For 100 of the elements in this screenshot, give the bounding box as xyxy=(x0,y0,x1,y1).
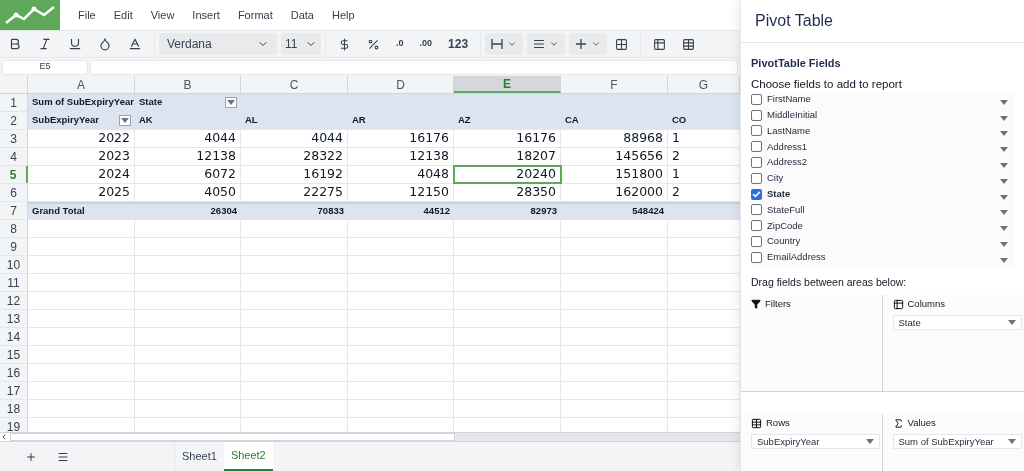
pivot-label: 26304 xyxy=(210,204,237,219)
checkbox[interactable] xyxy=(751,220,762,232)
chevron-left-icon xyxy=(0,433,8,441)
column-header[interactable]: F xyxy=(561,76,668,93)
row-header[interactable]: 3 xyxy=(0,130,28,147)
area-field-dropdown[interactable]: SubExpiryYear xyxy=(751,434,880,450)
sheet-tab[interactable]: Sheet1 xyxy=(175,442,224,471)
field-label[interactable]: State xyxy=(767,187,791,202)
number-cell: 1 xyxy=(672,165,680,184)
row-header[interactable]: 19 xyxy=(0,418,28,432)
menu-item[interactable]: Help xyxy=(331,6,355,24)
caret-icon xyxy=(1000,194,1008,200)
field-label[interactable]: Address1 xyxy=(767,139,808,154)
number-cell: 4048 xyxy=(417,165,449,184)
row-header[interactable]: 4 xyxy=(0,148,28,165)
number-cell: 28350 xyxy=(516,183,556,202)
checkbox[interactable] xyxy=(751,141,762,153)
menu-item[interactable]: Data xyxy=(290,6,314,24)
checkbox[interactable] xyxy=(751,109,762,121)
area-label: Columns xyxy=(907,297,945,312)
row-header[interactable]: 14 xyxy=(0,328,28,345)
decrease-decimal-button[interactable]: .0 xyxy=(388,32,412,56)
field-label[interactable]: Country xyxy=(767,234,801,249)
row-header[interactable]: 13 xyxy=(0,310,28,327)
caret-icon xyxy=(1000,163,1008,169)
sigma-icon xyxy=(892,417,904,429)
font-dropdown[interactable]: Verdana xyxy=(159,33,277,55)
number-cell: 4050 xyxy=(204,183,236,202)
pivot-label: 44512 xyxy=(423,204,450,219)
area-field-dropdown[interactable]: Sum of SubExpiryYear xyxy=(892,434,1022,450)
check-icon xyxy=(752,189,761,199)
row-header[interactable]: 1 xyxy=(0,94,28,111)
horizontal-align-dropdown[interactable] xyxy=(485,33,524,55)
checkbox[interactable] xyxy=(751,251,762,263)
area-field-dropdown[interactable]: State xyxy=(892,315,1022,331)
menu-item[interactable]: Insert xyxy=(192,6,220,24)
row-header[interactable]: 9 xyxy=(0,238,28,255)
field-label[interactable]: LastName xyxy=(767,123,811,139)
caret-icon xyxy=(121,118,129,123)
row-header[interactable]: 11 xyxy=(0,274,28,291)
row-header[interactable]: 7 xyxy=(0,202,28,219)
menu-item[interactable]: Format xyxy=(237,6,273,24)
menu-item[interactable]: Edit xyxy=(113,6,133,24)
number-cell: 12138 xyxy=(409,147,449,166)
horizontal-scrollbar[interactable] xyxy=(10,433,455,441)
row-header[interactable]: 8 xyxy=(0,220,28,237)
area-label: Filters xyxy=(765,297,791,312)
field-label[interactable]: FirstName xyxy=(767,92,811,107)
field-label[interactable]: StateFull xyxy=(767,202,805,218)
caret-icon xyxy=(227,100,235,105)
font-size-dropdown[interactable]: 11 xyxy=(281,33,321,55)
checkbox[interactable] xyxy=(751,125,762,137)
number-cell: 162000 xyxy=(615,183,663,202)
row-header[interactable]: 15 xyxy=(0,346,28,363)
field-label[interactable]: City xyxy=(767,171,784,186)
area-label: Rows xyxy=(766,416,790,430)
caret-icon xyxy=(1000,257,1008,263)
filter-dropdown[interactable] xyxy=(225,97,237,108)
scroll-left-icon[interactable] xyxy=(0,433,10,441)
caret-icon xyxy=(1000,210,1008,216)
number-format-button[interactable]: 123 xyxy=(440,32,477,56)
increase-decimal-button[interactable]: .00 xyxy=(411,32,441,56)
text-wrap-dropdown[interactable] xyxy=(527,33,566,55)
checkbox[interactable] xyxy=(751,172,762,184)
column-header[interactable]: E xyxy=(454,76,561,93)
menu-item[interactable]: File xyxy=(78,6,96,24)
vertical-align-dropdown[interactable] xyxy=(569,33,608,55)
checkbox[interactable] xyxy=(751,93,762,105)
row-header[interactable]: 2 xyxy=(0,112,28,129)
caret-icon xyxy=(1000,115,1008,121)
chevron-down-icon xyxy=(549,39,560,49)
field-label[interactable]: MiddleInitial xyxy=(767,108,818,123)
field-label[interactable]: ZipCode xyxy=(767,218,803,233)
panel-title: Pivot Table xyxy=(755,11,833,31)
column-header[interactable]: A xyxy=(28,76,135,93)
field-label[interactable]: EmailAddress xyxy=(767,250,826,265)
checkbox[interactable] xyxy=(751,188,762,200)
column-header[interactable]: C xyxy=(241,76,348,93)
checkbox[interactable] xyxy=(751,204,762,216)
field-label[interactable]: Address2 xyxy=(767,155,808,170)
row-header[interactable]: 12 xyxy=(0,292,28,309)
checkbox[interactable] xyxy=(751,157,762,169)
number-cell: 18207 xyxy=(516,147,556,166)
name-box[interactable]: E5 xyxy=(2,59,88,75)
row-header[interactable]: 16 xyxy=(0,364,28,381)
font-color-icon xyxy=(128,37,142,51)
menu-item[interactable]: View xyxy=(150,6,175,24)
pivot-label: CA xyxy=(565,113,579,128)
caret-icon xyxy=(1000,99,1008,105)
checkbox[interactable] xyxy=(751,236,762,248)
percent-icon xyxy=(367,37,380,51)
row-header[interactable]: 18 xyxy=(0,400,28,417)
column-header[interactable]: B xyxy=(135,76,241,93)
sheet-tab[interactable]: Sheet2 xyxy=(223,442,273,471)
row-header[interactable]: 10 xyxy=(0,256,28,273)
row-header[interactable]: 6 xyxy=(0,184,28,201)
filter-dropdown[interactable] xyxy=(119,115,131,126)
row-header[interactable]: 17 xyxy=(0,382,28,399)
italic-icon xyxy=(38,37,52,51)
row-header[interactable]: 5 xyxy=(0,166,28,183)
